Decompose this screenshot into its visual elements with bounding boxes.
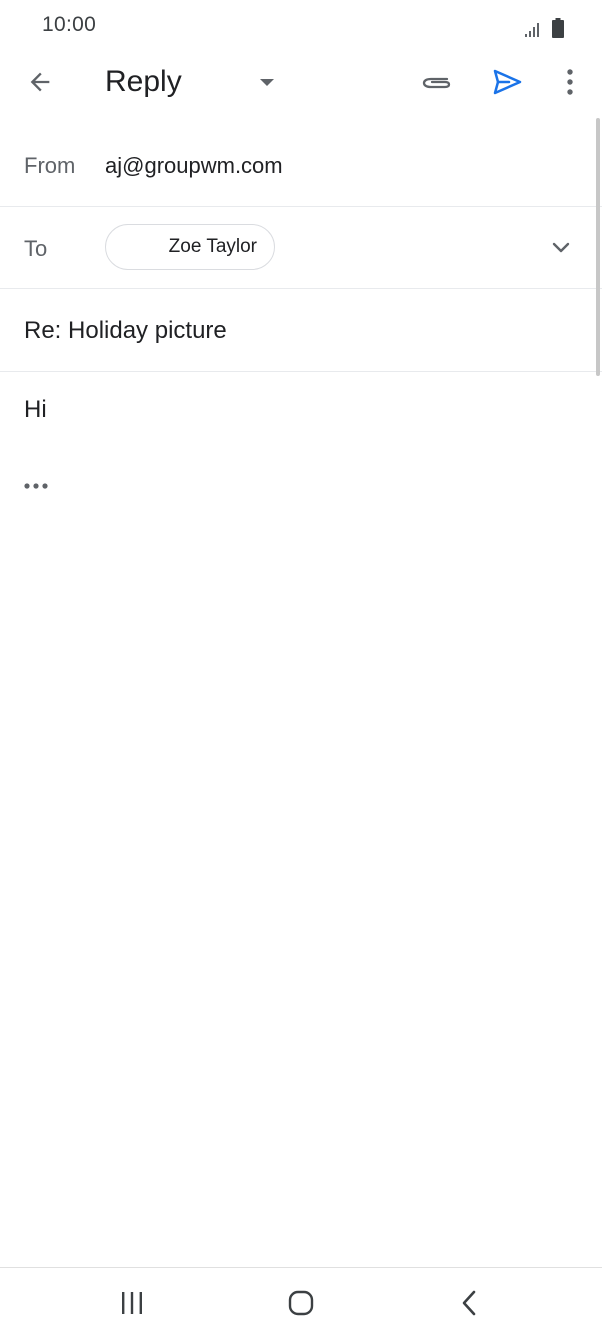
- reply-mode-dropdown[interactable]: [245, 60, 289, 104]
- ellipsis-icon: [24, 483, 48, 489]
- send-icon: [493, 69, 522, 95]
- subject-row: Re: Holiday picture: [0, 289, 602, 372]
- status-icons: [524, 14, 564, 38]
- system-back-button[interactable]: [441, 1280, 497, 1326]
- recents-button[interactable]: [104, 1280, 160, 1326]
- show-quoted-text-button[interactable]: [20, 474, 52, 498]
- to-label: To: [24, 236, 48, 261]
- recents-icon: [122, 1292, 142, 1314]
- attach-button[interactable]: [414, 60, 458, 104]
- compose-toolbar: Reply: [0, 52, 602, 114]
- home-icon: [288, 1290, 314, 1316]
- from-row: From aj@groupwm.com: [0, 125, 602, 207]
- signal-icon: [525, 23, 539, 37]
- recipient-chip[interactable]: Zoe Taylor: [105, 224, 275, 270]
- body-text[interactable]: Hi: [24, 396, 47, 424]
- from-label: From: [24, 153, 76, 178]
- send-button[interactable]: [485, 60, 529, 104]
- to-row: To Zoe Taylor: [0, 207, 602, 289]
- home-button[interactable]: [273, 1280, 329, 1326]
- status-time: 10:00: [42, 13, 97, 36]
- back-button[interactable]: [18, 60, 62, 104]
- from-address[interactable]: aj@groupwm.com: [105, 153, 283, 179]
- scrollbar[interactable]: [596, 118, 600, 376]
- system-nav-bar: [0, 1267, 602, 1338]
- more-options-button[interactable]: [548, 60, 592, 104]
- back-icon: [462, 1290, 476, 1316]
- dropdown-caret-icon: [260, 79, 274, 86]
- paperclip-icon: [422, 77, 451, 89]
- chevron-down-icon: [552, 242, 570, 253]
- battery-icon: [552, 18, 564, 38]
- reply-mode-title[interactable]: Reply: [105, 65, 182, 99]
- more-vert-icon: [567, 69, 573, 95]
- message-body[interactable]: Hi: [0, 372, 590, 1262]
- expand-recipients-button[interactable]: [539, 225, 583, 269]
- recipient-name: Zoe Taylor: [168, 236, 257, 257]
- subject-field[interactable]: Re: Holiday picture: [24, 317, 227, 345]
- status-bar: 10:00: [0, 0, 602, 52]
- back-arrow-icon: [30, 72, 50, 92]
